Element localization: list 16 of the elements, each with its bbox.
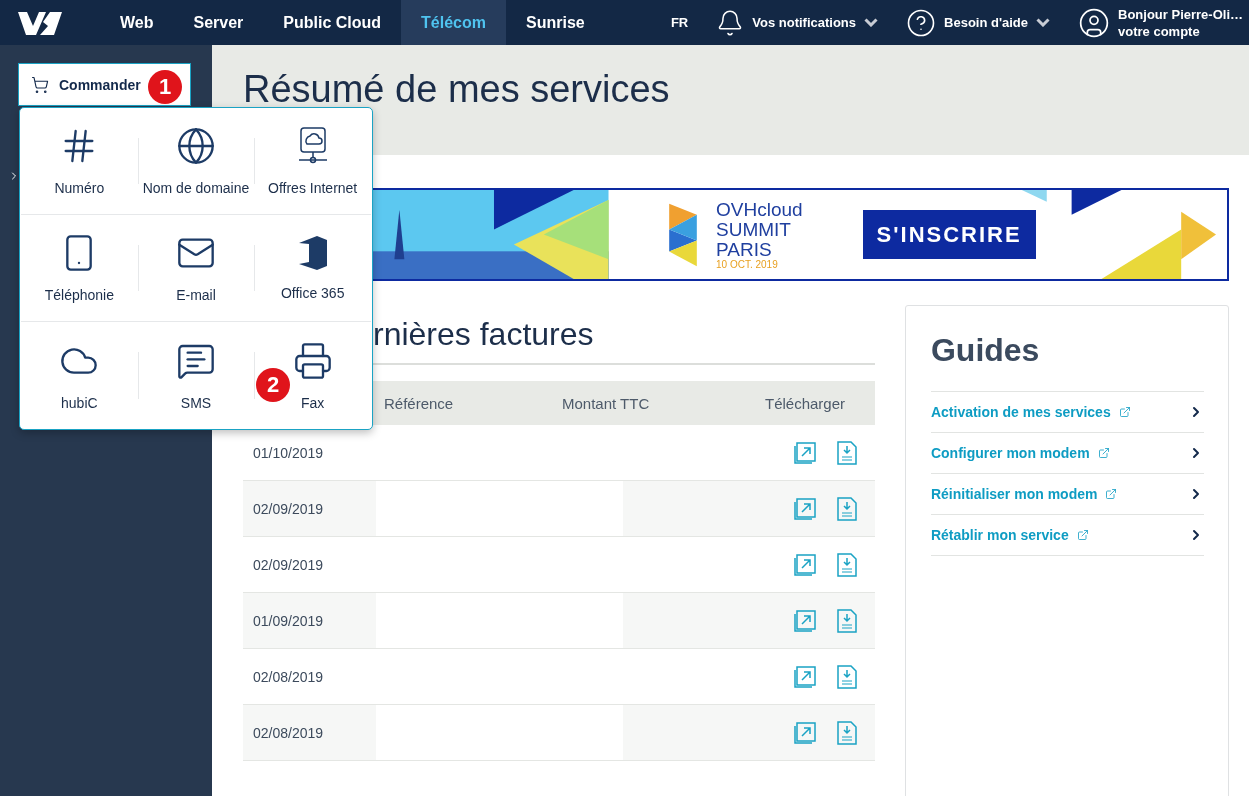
invoice-date: 01/09/2019 (253, 612, 324, 629)
page-title: Résumé de mes services (243, 69, 670, 109)
column-header: Référence (384, 394, 454, 412)
section-title: rnières factures (373, 314, 595, 354)
guides-title: Guides (930, 332, 1041, 369)
invoice-date: 02/09/2019 (253, 500, 324, 517)
invoice-date: 02/09/2019 (253, 556, 324, 573)
column-header: Télécharger (765, 394, 846, 412)
invoice-date: 02/08/2019 (253, 724, 324, 741)
invoice-date: 02/08/2019 (253, 668, 324, 685)
column-header: Montant TTC (562, 394, 650, 412)
banner-city: PARIS (716, 239, 773, 259)
banner-brand: OVHcloud (716, 199, 803, 219)
banner-date: 10 OCT. 2019 (716, 259, 779, 270)
invoice-date: 01/10/2019 (253, 444, 324, 461)
banner-event: SUMMIT (716, 219, 792, 239)
